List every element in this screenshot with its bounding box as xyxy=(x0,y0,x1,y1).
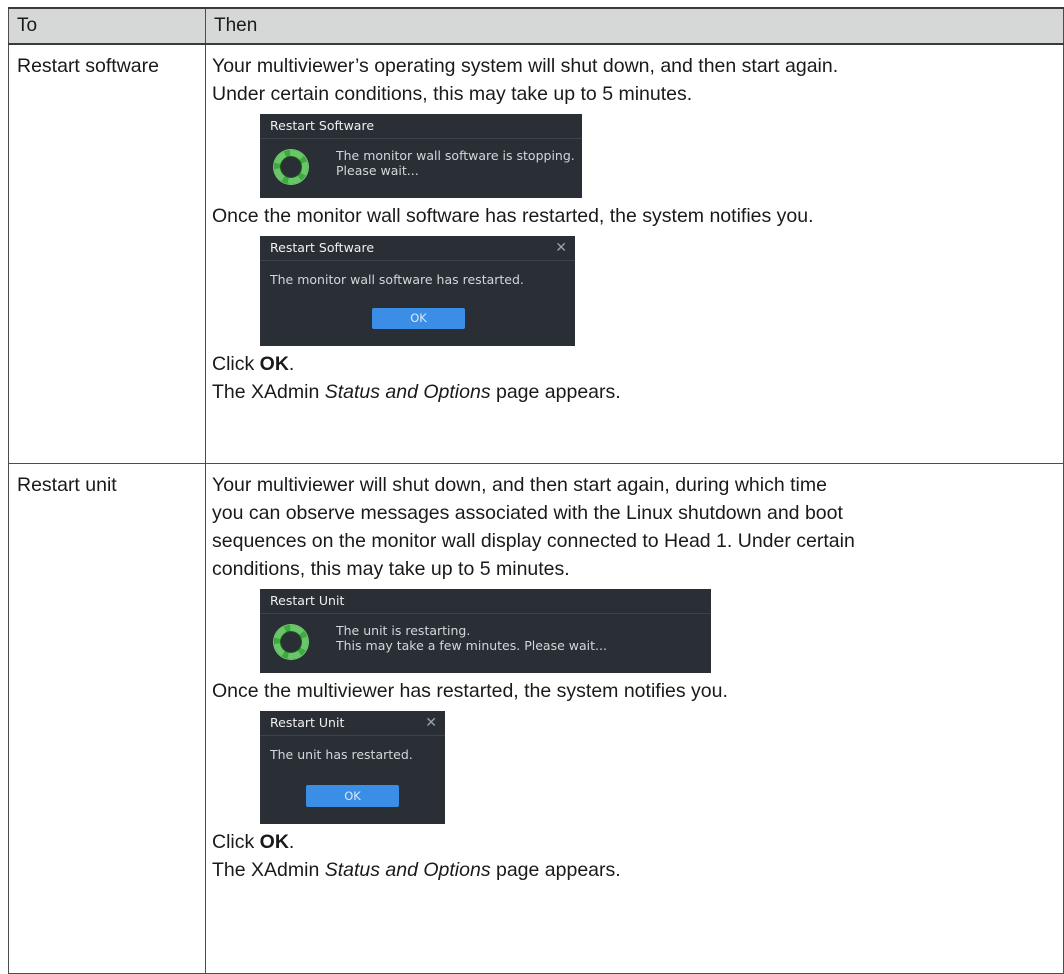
row-description: Your multiviewer will shut down, and the… xyxy=(205,463,1064,974)
close-icon[interactable]: ✕ xyxy=(425,711,437,735)
dialog-title: Restart Unit xyxy=(260,589,711,614)
restart-software-progress-dialog: Restart Software The monitor wall softwa… xyxy=(260,114,582,198)
dialog-message: The monitor wall software is stopping. P… xyxy=(336,148,575,178)
table-header-row: To Then xyxy=(8,7,1064,45)
dialog-title: Restart Unit ✕ xyxy=(260,711,445,736)
header-to: To xyxy=(8,7,206,45)
dialog-title: Restart Software xyxy=(260,114,582,139)
dialog-message: The monitor wall software has restarted. xyxy=(270,272,524,287)
result-line: The XAdmin Status and Options page appea… xyxy=(212,859,621,881)
result-line: The XAdmin Status and Options page appea… xyxy=(212,381,621,403)
table-row: Restart unit Your multiviewer will shut … xyxy=(8,463,1064,974)
row-action-label: Restart software xyxy=(8,43,206,464)
loading-spinner-icon xyxy=(274,150,308,184)
document-page: To Then Restart software Your multiviewe… xyxy=(0,0,1064,974)
click-ok-line: Click OK. xyxy=(212,353,295,375)
intro-line: Your multiviewer’s operating system will… xyxy=(212,55,839,77)
restart-unit-done-dialog: Restart Unit ✕ The unit has restarted. O… xyxy=(260,711,445,824)
dialog-title: Restart Software ✕ xyxy=(260,236,575,261)
header-then: Then xyxy=(205,7,1064,45)
table-row: Restart software Your multiviewer’s oper… xyxy=(8,43,1064,464)
dialog-message-line: Please wait... xyxy=(336,163,419,178)
loading-spinner-icon xyxy=(274,625,308,659)
intro-line: sequences on the monitor wall display co… xyxy=(212,530,855,552)
intro-line: conditions, this may take up to 5 minute… xyxy=(212,558,570,580)
notify-line: Once the monitor wall software has resta… xyxy=(212,205,814,227)
ok-button[interactable]: OK xyxy=(306,785,399,807)
row-description: Your multiviewer’s operating system will… xyxy=(205,43,1064,464)
restart-options-table: To Then Restart software Your multiviewe… xyxy=(8,7,1064,974)
restart-unit-progress-dialog: Restart Unit The unit is restarting. Thi… xyxy=(260,589,711,673)
dialog-message: The unit has restarted. xyxy=(270,747,413,762)
dialog-message: The unit is restarting. This may take a … xyxy=(336,623,607,653)
dialog-message-line: The unit is restarting. xyxy=(336,623,471,638)
dialog-message-line: The monitor wall software is stopping. xyxy=(336,148,575,163)
close-icon[interactable]: ✕ xyxy=(555,236,567,260)
ok-button[interactable]: OK xyxy=(372,308,465,329)
intro-line: Under certain conditions, this may take … xyxy=(212,83,693,105)
intro-line: Your multiviewer will shut down, and the… xyxy=(212,474,827,496)
restart-software-done-dialog: Restart Software ✕ The monitor wall soft… xyxy=(260,236,575,346)
click-ok-line: Click OK. xyxy=(212,831,295,853)
row-action-label: Restart unit xyxy=(8,463,206,974)
intro-line: you can observe messages associated with… xyxy=(212,502,843,524)
notify-line: Once the multiviewer has restarted, the … xyxy=(212,680,728,702)
dialog-title-text: Restart Software xyxy=(270,240,375,255)
dialog-message-line: This may take a few minutes. Please wait… xyxy=(336,638,607,653)
dialog-title-text: Restart Unit xyxy=(270,715,345,730)
